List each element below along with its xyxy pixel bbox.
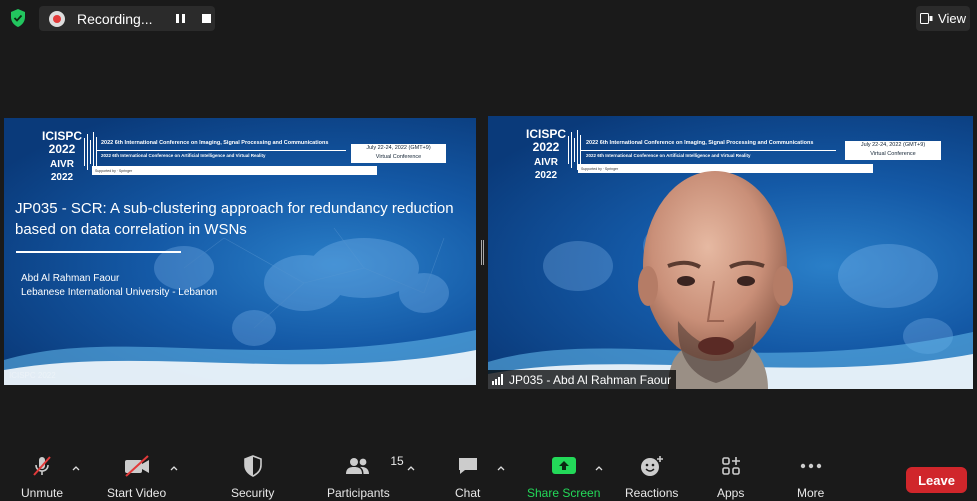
participants-count: 15 [390, 454, 404, 468]
chat-button[interactable]: Chat [455, 452, 480, 500]
conference-logo: ICISPC 2022 AIVR 2022 [526, 128, 566, 182]
conference-date: July 22-24, 2022 (GMT+9) [366, 145, 431, 151]
conference-logo: ICISPC 2022 AIVR 2022 [42, 130, 82, 184]
slide-watermark: ICISPC 2022 [9, 371, 56, 380]
conference-banner: ICISPC 2022 AIVR 2022 2022 6th Internati… [4, 118, 476, 183]
video-camera-off-icon [124, 455, 149, 477]
logo-aivr: AIVR [534, 157, 558, 168]
emoji-reaction-icon [640, 456, 663, 476]
conference-line-1: 2022 6th International Conference on Ima… [586, 140, 814, 146]
chat-label: Chat [455, 486, 481, 500]
pause-recording-button[interactable] [171, 10, 189, 28]
unmute-button[interactable]: Unmute [21, 452, 63, 500]
security-shield-icon [243, 455, 262, 477]
conference-date-box: July 22-24, 2022 (GMT+9) Virtual Confere… [845, 141, 941, 160]
shared-screen-tile[interactable]: ICISPC 2022 AIVR 2022 2022 6th Internati… [4, 118, 476, 385]
leave-button[interactable]: Leave [906, 467, 967, 493]
meeting-toolbar: Unmute Start Video Security 15 Participa… [0, 452, 977, 501]
view-label: View [938, 11, 966, 26]
signal-strength-icon [492, 374, 504, 385]
banner-divider [96, 150, 346, 151]
recording-label: Recording... [77, 10, 153, 27]
view-button[interactable]: View [916, 6, 970, 31]
share-options-caret-icon[interactable] [595, 464, 603, 472]
conference-line-2: 2022 6th International Conference on Art… [586, 153, 751, 158]
unmute-label: Unmute [21, 486, 64, 500]
security-label: Security [231, 486, 275, 500]
logo-year: 2022 [48, 142, 76, 156]
conference-date-box: July 22-24, 2022 (GMT+9) Virtual Confere… [351, 144, 446, 163]
title-underline [16, 251, 181, 253]
logo-year-2: 2022 [534, 170, 558, 181]
tile-resize-handle[interactable] [481, 240, 484, 265]
start-video-label: Start Video [107, 486, 167, 500]
conference-banner: ICISPC 2022 AIVR 2022 2022 6th Internati… [488, 116, 973, 181]
conference-line-1: 2022 6th International Conference on Ima… [101, 140, 329, 146]
chat-bubble-icon [458, 458, 477, 474]
apps-grid-icon [721, 457, 740, 475]
logo-aivr: AIVR [50, 159, 74, 170]
slide-title: JP035 - SCR: A sub-clustering approach f… [15, 200, 454, 238]
view-layout-icon [920, 13, 933, 24]
slide-wave-graphic [4, 330, 476, 385]
participant-name-label: JP035 - Abd Al Rahman Faour [488, 370, 677, 389]
participant-video-tile[interactable]: ICISPC 2022 AIVR 2022 2022 6th Internati… [488, 116, 973, 389]
meeting-top-bar: Recording... View [0, 0, 977, 36]
author-affiliation: Lebanese International University - Leba… [21, 287, 218, 298]
speaker-video-feed [638, 171, 793, 389]
slide-author-block: Abd Al Rahman Faour Lebanese Internation… [21, 272, 217, 300]
conference-venue: Virtual Conference [870, 151, 916, 157]
security-button[interactable]: Security [231, 452, 274, 500]
encryption-shield-icon[interactable] [8, 8, 28, 28]
stop-recording-button[interactable] [197, 10, 215, 28]
apps-label: Apps [717, 486, 745, 500]
recording-indicator: Recording... [39, 6, 215, 31]
more-button[interactable]: More [797, 452, 824, 500]
participants-options-caret-icon[interactable] [407, 464, 415, 472]
sponsor-logos-strip: Supported by · Springer [92, 166, 377, 175]
conference-line-2: 2022 6th International Conference on Art… [101, 153, 266, 158]
recording-icon [49, 10, 65, 27]
start-video-button[interactable]: Start Video [107, 452, 166, 500]
participants-label: Participants [327, 486, 390, 500]
share-screen-button[interactable]: Share Screen [527, 452, 600, 500]
reactions-button[interactable]: Reactions [625, 452, 678, 500]
participants-button[interactable]: 15 Participants [327, 452, 404, 500]
participant-name: JP035 - Abd Al Rahman Faour [509, 372, 672, 387]
apps-button[interactable]: Apps [717, 452, 744, 500]
chat-options-caret-icon[interactable] [497, 464, 505, 472]
more-label: More [797, 486, 825, 500]
conference-venue: Virtual Conference [375, 154, 422, 160]
participants-icon [346, 458, 370, 474]
logo-year-2: 2022 [50, 172, 74, 183]
share-screen-icon [551, 457, 576, 474]
conference-date: July 22-24, 2022 (GMT+9) [860, 142, 926, 148]
reactions-label: Reactions [625, 486, 679, 500]
banner-divider [581, 150, 836, 151]
logo-year: 2022 [532, 140, 560, 154]
video-options-caret-icon[interactable] [170, 464, 178, 472]
author-name: Abd Al Rahman Faour [21, 273, 120, 284]
microphone-muted-icon [33, 456, 51, 476]
more-dots-icon [800, 463, 821, 469]
audio-options-caret-icon[interactable] [72, 464, 80, 472]
share-screen-label: Share Screen [527, 486, 601, 500]
